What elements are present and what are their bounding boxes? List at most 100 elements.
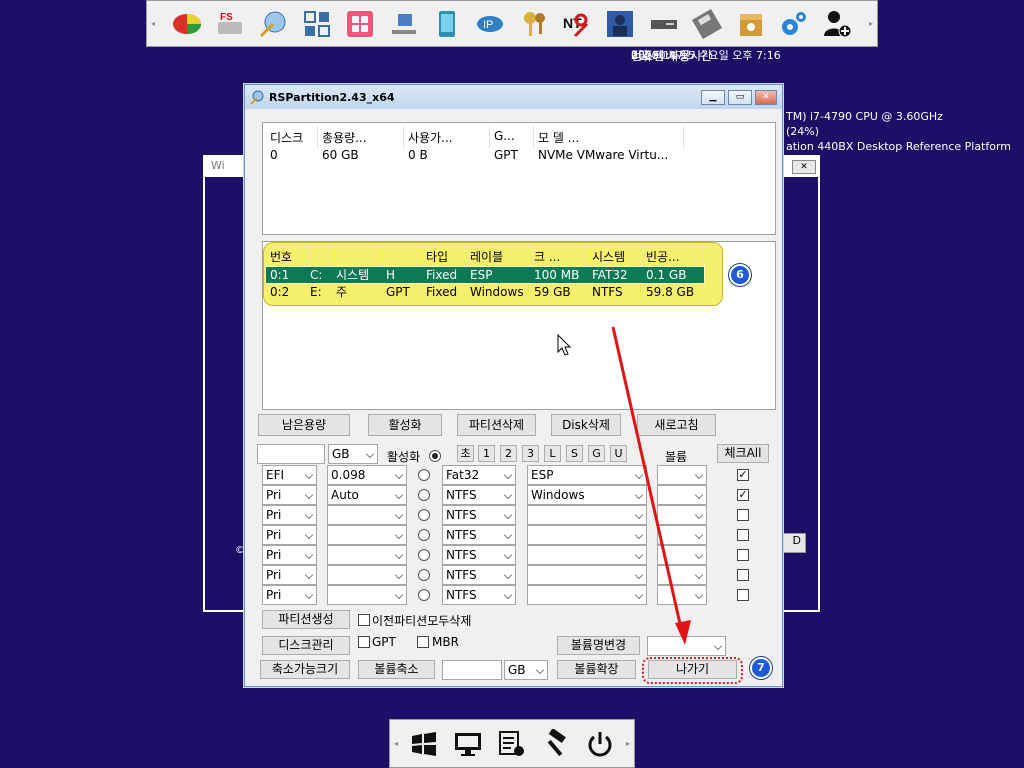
list-settings-icon[interactable] xyxy=(497,729,527,759)
wand-icon[interactable] xyxy=(256,7,290,41)
quick-button[interactable]: 1 xyxy=(478,445,495,462)
disk-partition-icon[interactable] xyxy=(170,7,204,41)
partition-type-select[interactable]: Pri xyxy=(262,585,317,605)
disk-list[interactable]: 디스크 총용량... 사용가... G... 모 델 ... 0 60 GB 0 B GPT N… xyxy=(262,122,776,235)
remaining-space-button[interactable]: 남은용량 xyxy=(258,414,350,436)
active-partition-radio[interactable] xyxy=(418,509,430,521)
hammer-icon[interactable] xyxy=(541,728,571,759)
partition-checkbox[interactable] xyxy=(737,529,749,541)
maximize-button[interactable]: ▭ xyxy=(728,89,752,105)
partition-row[interactable]: 0:2 E: 주 GPT Fixed Windows 59 GB NTFS 59.8 GB xyxy=(266,284,704,300)
partition-checkbox[interactable] xyxy=(737,509,749,521)
partition-checkbox[interactable]: ✓ xyxy=(737,489,749,501)
shrink-unit-select[interactable]: GB xyxy=(504,660,548,680)
active-partition-radio[interactable] xyxy=(418,529,430,541)
filesystem-select[interactable]: NTFS xyxy=(442,565,516,585)
box-icon[interactable] xyxy=(734,7,768,41)
partition-size-select[interactable] xyxy=(327,585,407,605)
unit-select[interactable]: GB xyxy=(328,444,378,464)
minimize-button[interactable]: ▁ xyxy=(701,89,725,105)
close-button[interactable]: ✕ xyxy=(755,89,777,105)
quick-button[interactable]: 2 xyxy=(500,445,517,462)
keys-icon[interactable] xyxy=(517,7,551,41)
partition-checkbox[interactable] xyxy=(737,549,749,561)
filesystem-select[interactable]: NTFS xyxy=(442,505,516,525)
partition-size-select[interactable] xyxy=(327,505,407,525)
exit-button[interactable]: 나가기 xyxy=(648,660,737,679)
active-partition-radio[interactable] xyxy=(418,489,430,501)
partition-column-header[interactable]: 빈공... xyxy=(642,245,704,267)
toolbar-grip-right[interactable]: ▸ xyxy=(865,1,877,46)
not-icon[interactable]: NT xyxy=(560,7,594,41)
add-user-icon[interactable] xyxy=(820,7,854,41)
partition-type-select[interactable]: EFI xyxy=(262,465,317,485)
filesystem-select[interactable]: Fat32 xyxy=(442,465,516,485)
windows-tiles-icon[interactable] xyxy=(343,7,377,41)
partition-list[interactable]: 번호 타입 레이블 크 ... 시스템 빈공... 0:1 C: 시스템 H Fixed ESP 10… xyxy=(262,241,776,410)
partition-type-select[interactable]: Pri xyxy=(262,505,317,525)
partition-column-header[interactable]: 번호 xyxy=(266,245,306,267)
power-icon[interactable] xyxy=(585,729,615,759)
filesystem-select[interactable]: NTFS xyxy=(442,585,516,605)
network-icon[interactable] xyxy=(387,7,421,41)
connect-icon[interactable]: IP xyxy=(473,7,507,41)
partition-row-selected[interactable]: 0:1 C: 시스템 H Fixed ESP 100 MB FAT32 0.1 GB xyxy=(265,266,705,284)
filesystem-select[interactable]: NTFS xyxy=(442,485,516,505)
tablet-icon[interactable] xyxy=(430,7,464,41)
filesystem-select[interactable]: NTFS xyxy=(442,525,516,545)
quick-button[interactable]: G xyxy=(588,445,605,462)
shrinkable-size-button[interactable]: 축소가능크기 xyxy=(260,660,350,679)
tiles-icon[interactable] xyxy=(300,7,334,41)
partition-size-select[interactable] xyxy=(327,525,407,545)
taskbar-grip-right[interactable]: ▸ xyxy=(622,739,634,748)
size-input[interactable] xyxy=(257,444,325,464)
disk-column-header[interactable]: G... xyxy=(490,126,534,148)
windows-icon[interactable] xyxy=(409,729,439,759)
delete-partition-button[interactable]: 파티션삭제 xyxy=(457,414,536,436)
active-partition-radio[interactable] xyxy=(418,589,430,601)
partition-type-select[interactable]: Pri xyxy=(262,485,317,505)
extend-volume-button[interactable]: 볼륨확장 xyxy=(557,660,636,679)
delete-previous-checkbox[interactable] xyxy=(358,614,370,626)
disk-column-header[interactable]: 모 델 ... xyxy=(534,126,684,148)
partition-checkbox[interactable] xyxy=(737,569,749,581)
partition-size-select[interactable] xyxy=(327,545,407,565)
partition-column-header[interactable] xyxy=(332,245,382,267)
gpt-checkbox[interactable] xyxy=(358,636,370,648)
floppy-icon[interactable] xyxy=(690,7,724,41)
shrink-size-input[interactable] xyxy=(442,660,502,680)
create-partition-button[interactable]: 파티션생성 xyxy=(262,610,350,629)
disk-column-header[interactable]: 디스크 xyxy=(266,126,318,148)
partition-type-select[interactable]: Pri xyxy=(262,565,317,585)
partition-column-header[interactable]: 타입 xyxy=(422,245,466,267)
gears-icon[interactable] xyxy=(777,7,811,41)
background-close-button[interactable]: ✕ xyxy=(792,160,816,174)
disk-row[interactable]: 0 60 GB 0 B GPT NVMe VMware Virtu... xyxy=(266,147,684,163)
partition-column-header[interactable]: 레이블 xyxy=(466,245,530,267)
mbr-checkbox[interactable] xyxy=(417,636,429,648)
partition-type-select[interactable]: Pri xyxy=(262,525,317,545)
active-partition-radio[interactable] xyxy=(418,569,430,581)
disk-column-header[interactable]: 사용가... xyxy=(404,126,490,148)
partition-checkbox[interactable] xyxy=(737,589,749,601)
partition-size-select[interactable]: 0.098 xyxy=(327,465,407,485)
partition-size-select[interactable] xyxy=(327,565,407,585)
partition-column-header[interactable] xyxy=(382,245,422,267)
partition-type-select[interactable]: Pri xyxy=(262,545,317,565)
taskbar-grip-left[interactable]: ◂ xyxy=(390,739,402,748)
partition-checkbox[interactable]: ✓ xyxy=(737,469,749,481)
partition-size-select[interactable]: Auto xyxy=(327,485,407,505)
partition-column-header[interactable]: 시스템 xyxy=(588,245,642,267)
active-partition-radio[interactable] xyxy=(418,469,430,481)
monitor-icon[interactable] xyxy=(453,729,483,759)
active-radio[interactable] xyxy=(429,450,441,462)
quick-button[interactable]: S xyxy=(566,445,583,462)
user-screen-icon[interactable] xyxy=(603,7,637,41)
fs-tool-icon[interactable]: FS xyxy=(213,7,247,41)
activate-button[interactable]: 활성화 xyxy=(368,414,442,436)
partition-column-header[interactable]: 크 ... xyxy=(530,245,588,267)
shrink-volume-button[interactable]: 볼륨축소 xyxy=(358,660,435,679)
partition-column-header[interactable] xyxy=(306,245,332,267)
toolbar-grip-left[interactable]: ◂ xyxy=(147,1,159,46)
active-partition-radio[interactable] xyxy=(418,549,430,561)
